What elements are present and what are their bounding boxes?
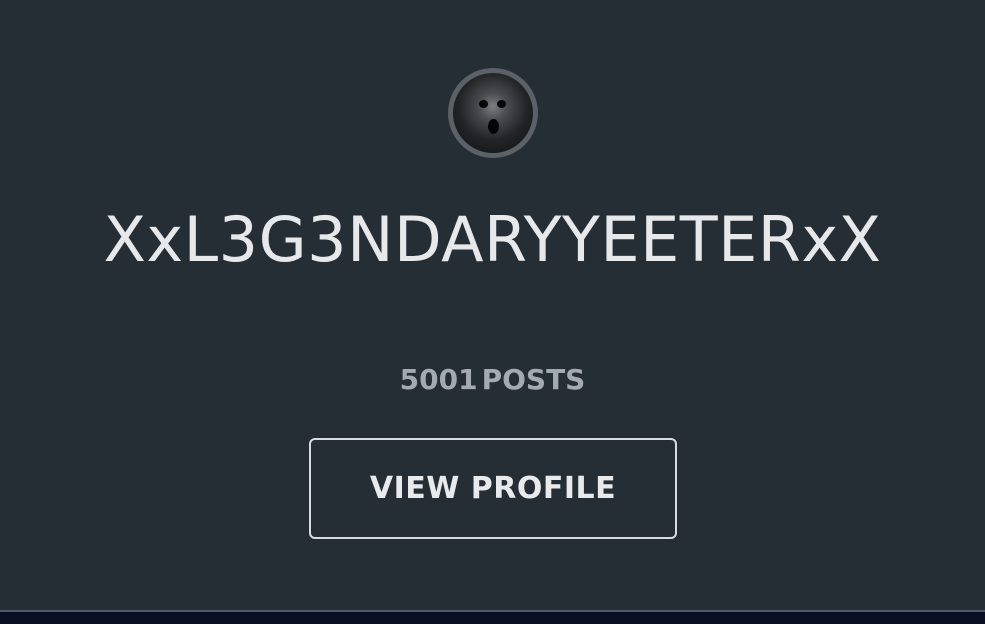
view-profile-button[interactable]: VIEW PROFILE: [309, 438, 677, 539]
ghost-face-avatar-icon: [453, 73, 533, 153]
profile-card: XxL3G3NDARYYEETERxX 5001 POSTS VIEW PROFI…: [0, 0, 985, 610]
avatar[interactable]: [448, 68, 538, 158]
post-count-value: 5001: [399, 363, 478, 396]
avatar-right-eye: [497, 100, 506, 108]
avatar-left-eye: [479, 100, 488, 108]
bottom-bar: [0, 610, 985, 624]
post-count-label: POSTS: [481, 363, 586, 396]
avatar-mouth: [488, 119, 499, 134]
username: XxL3G3NDARYYEETERxX: [103, 203, 882, 276]
post-count: 5001 POSTS: [0, 362, 985, 398]
